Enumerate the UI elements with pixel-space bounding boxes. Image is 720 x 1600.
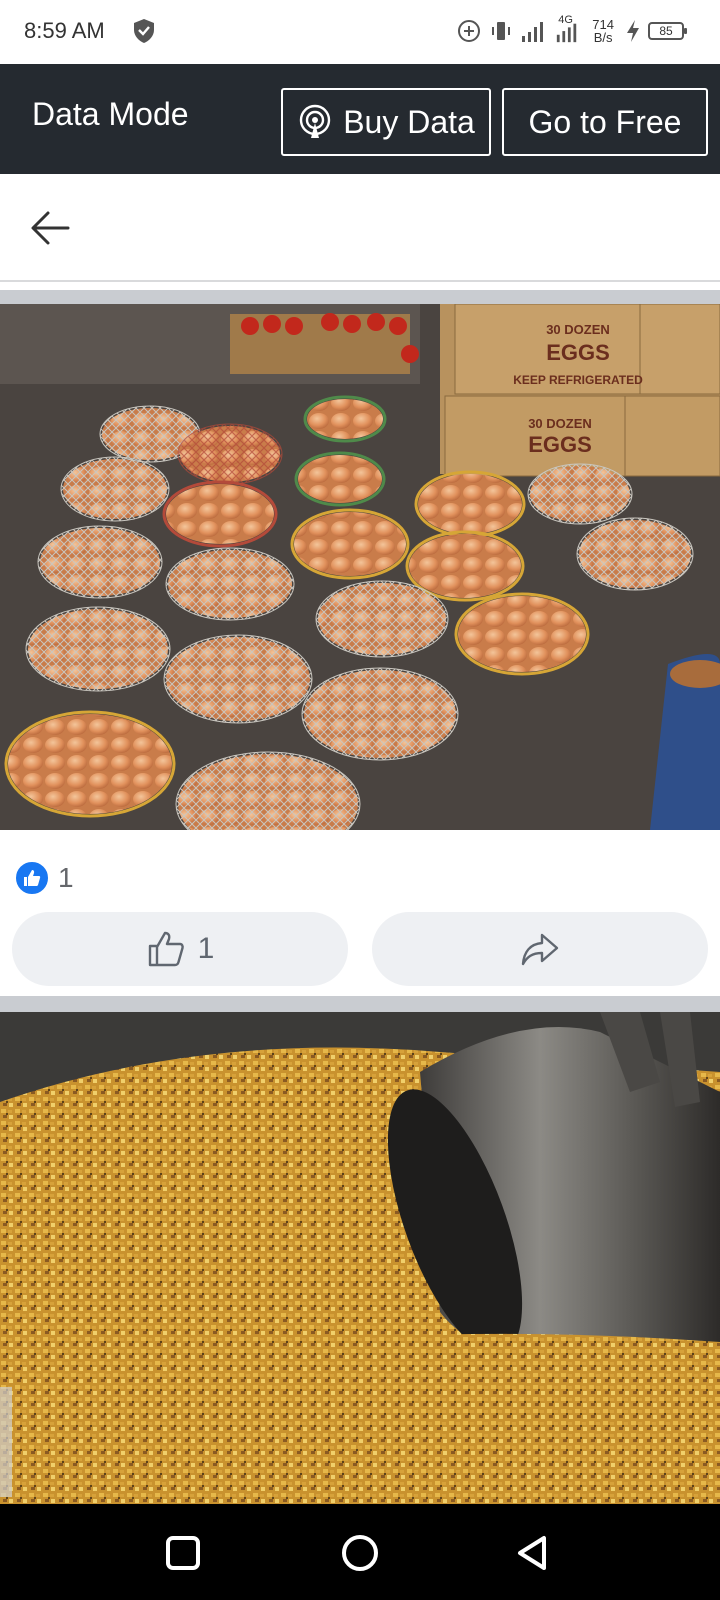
box-label-line2b: EGGS	[528, 432, 592, 457]
photo-eggs[interactable]: 30 DOZEN EGGS KEEP REFRIGERATED 30 DOZEN…	[0, 304, 720, 830]
square-icon[interactable]	[162, 1532, 204, 1574]
speed-unit: B/s	[593, 30, 613, 45]
like-button[interactable]: 1	[12, 912, 348, 986]
share-arrow-icon	[521, 933, 559, 966]
left-arrow-icon[interactable]	[28, 208, 72, 248]
signal-4g-icon: 4G	[552, 14, 582, 44]
signal-icon	[522, 22, 544, 42]
broadcast-icon	[299, 104, 331, 138]
data-mode-title: Data Mode	[32, 96, 189, 132]
vibrate-icon	[492, 22, 511, 40]
box-label-line3: KEEP REFRIGERATED	[513, 373, 643, 387]
buy-data-label: Buy Data	[343, 103, 475, 140]
thumbs-up-icon	[148, 931, 184, 967]
grain-image	[0, 1012, 720, 1504]
status-icons: 4G 714 B/s 85	[456, 14, 687, 46]
feed-separator	[0, 996, 720, 1012]
reaction-summary[interactable]: 1	[14, 858, 74, 898]
reaction-count: 1	[58, 862, 74, 893]
like-button-count: 1	[197, 932, 215, 965]
shield-icon	[134, 19, 154, 43]
thumbs-up-icon	[24, 870, 41, 886]
feed-separator	[0, 290, 720, 304]
like-reaction-icon	[14, 860, 50, 896]
data-mode-bar: Data Mode Buy Data Go to Free	[0, 64, 720, 174]
box-label-line1b: 30 DOZEN	[528, 416, 592, 431]
buy-data-button[interactable]: Buy Data	[281, 88, 491, 156]
share-button[interactable]	[372, 912, 708, 986]
battery-icon: 85	[648, 22, 687, 40]
photo-grain[interactable]	[0, 1012, 720, 1504]
network-speed: 714 B/s	[592, 18, 614, 44]
triangle-icon[interactable]	[512, 1532, 554, 1574]
data-saver-icon	[458, 20, 481, 42]
charging-bolt-icon	[627, 20, 639, 42]
eggs-image: 30 DOZEN EGGS KEEP REFRIGERATED 30 DOZEN…	[0, 304, 720, 830]
circle-icon[interactable]	[339, 1532, 381, 1574]
go-to-free-label: Go to Free	[528, 103, 682, 140]
status-bar: 8:59 AM 4G 714 B/s 85	[0, 0, 720, 64]
header-bar	[0, 174, 720, 282]
status-time: 8:59 AM	[24, 18, 105, 43]
go-to-free-button[interactable]: Go to Free	[502, 88, 708, 156]
battery-level: 85	[659, 24, 673, 38]
box-label-line2: EGGS	[546, 340, 610, 365]
box-label-line1: 30 DOZEN	[546, 322, 610, 337]
navigation-bar	[0, 1504, 720, 1600]
